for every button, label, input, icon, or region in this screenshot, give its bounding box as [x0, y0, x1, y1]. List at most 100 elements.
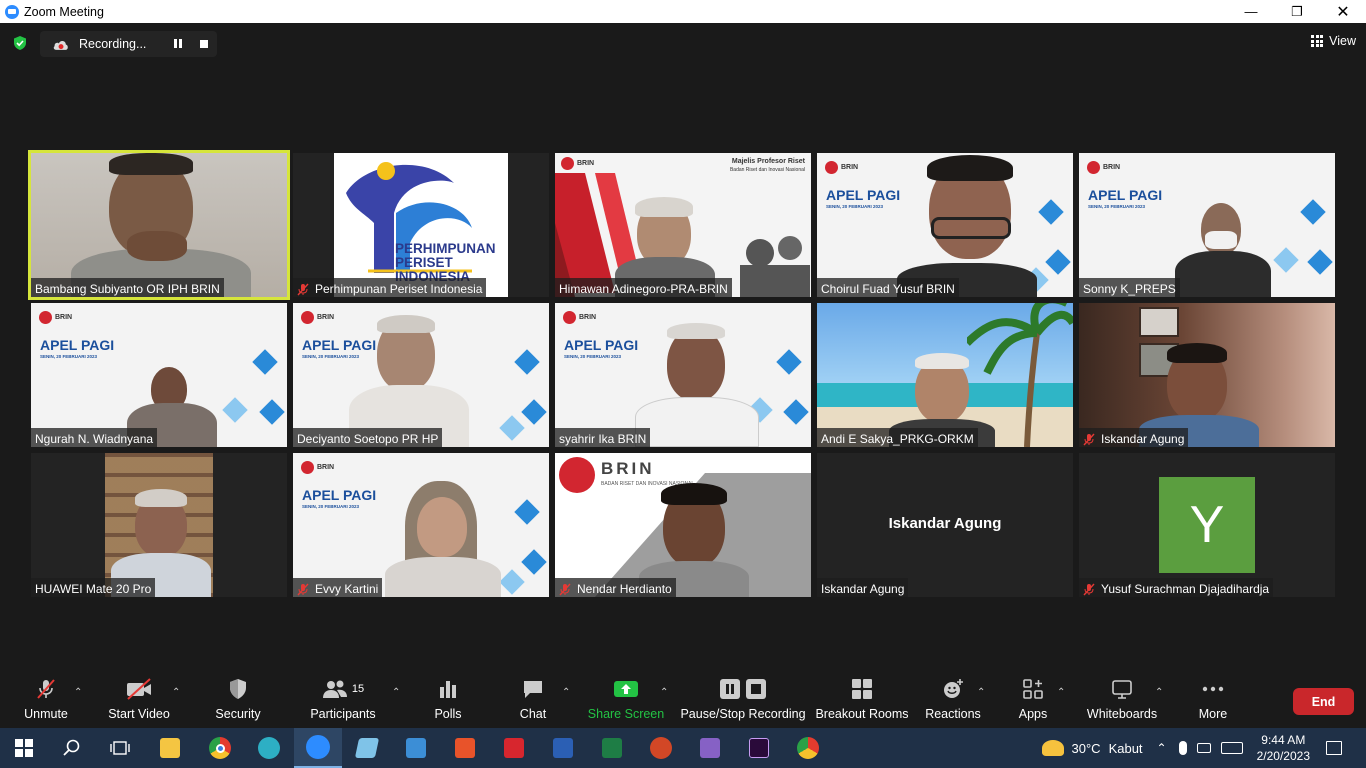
breakout-rooms-icon: [852, 679, 872, 699]
participants-count: 15: [351, 683, 365, 695]
notepad-icon[interactable]: [343, 728, 391, 768]
file-explorer-icon[interactable]: [146, 728, 194, 768]
chrome-icon[interactable]: [196, 728, 244, 768]
window-titlebar: Zoom Meeting — ❐ ✕: [0, 0, 1366, 23]
clipchamp-icon[interactable]: [245, 728, 293, 768]
keyboard-tray-icon[interactable]: [1220, 742, 1243, 754]
unmute-button[interactable]: Unmute: [20, 675, 72, 728]
share-screen-button[interactable]: Share Screen: [588, 675, 664, 728]
notification-icon[interactable]: [1326, 741, 1342, 755]
network-tray-icon[interactable]: [1196, 743, 1211, 753]
video-tile[interactable]: Iskandar Agung Iskandar Agung: [817, 453, 1073, 597]
visual-studio-icon[interactable]: [686, 728, 734, 768]
security-button[interactable]: Security: [214, 675, 262, 728]
video-tile[interactable]: BRIN APEL PAGI SENIN, 20 FEBRUARI 2023 C…: [817, 153, 1073, 297]
whiteboards-button[interactable]: Whiteboards: [1086, 675, 1158, 728]
pdf-app-icon[interactable]: [441, 728, 489, 768]
apel-date: SENIN, 20 FEBRUARI 2023: [564, 354, 622, 359]
chat-button[interactable]: Chat: [513, 675, 553, 728]
task-view-button[interactable]: [96, 728, 144, 768]
chrome-profile-icon[interactable]: [784, 728, 832, 768]
reactions-options-caret[interactable]: ⌃: [977, 687, 985, 698]
muted-mic-icon: [297, 583, 309, 595]
org-line-1: PERHIMPUNAN: [395, 241, 496, 256]
windows-logo-icon: [15, 739, 33, 757]
zoom-taskbar-icon[interactable]: [294, 728, 342, 768]
apel-title: APEL PAGI: [1088, 187, 1163, 203]
share-screen-icon: [614, 681, 638, 697]
start-button[interactable]: [0, 728, 48, 768]
apel-title: APEL PAGI: [302, 337, 377, 353]
video-tile[interactable]: Y Yusuf Surachman Djajadihardja: [1079, 453, 1335, 597]
apps-options-caret[interactable]: ⌃: [1057, 687, 1065, 698]
mendeley-icon[interactable]: [490, 728, 538, 768]
close-button[interactable]: ✕: [1320, 0, 1366, 23]
majelis-title: Majelis Profesor Riset: [731, 158, 805, 165]
polls-button[interactable]: Polls: [426, 675, 470, 728]
video-tile[interactable]: Bambang Subiyanto OR IPH BRIN: [28, 150, 290, 300]
excel-icon[interactable]: [588, 728, 636, 768]
apel-date: SENIN, 20 FEBRUARI 2023: [302, 354, 360, 359]
video-tile[interactable]: BRIN Majelis Profesor Riset Badan Riset …: [555, 153, 811, 297]
breakout-rooms-button[interactable]: Breakout Rooms: [815, 675, 909, 728]
video-tile[interactable]: Andi E Sakya_PRKG-ORKM: [817, 303, 1073, 447]
video-tile[interactable]: HUAWEI Mate 20 Pro: [31, 453, 287, 597]
clock-date: 2/20/2023: [1256, 749, 1310, 763]
video-tile[interactable]: Iskandar Agung: [1079, 303, 1335, 447]
weather-widget[interactable]: 30°C Kabut: [1041, 740, 1143, 756]
video-tile[interactable]: BRIN APEL PAGI SENIN, 20 FEBRUARI 2023 E…: [293, 453, 549, 597]
pause-recording-button[interactable]: [174, 39, 184, 49]
video-tile[interactable]: BRIN APEL PAGI SENIN, 20 FEBRUARI 2023 D…: [293, 303, 549, 447]
video-tile[interactable]: BRIN BADAN RISET DAN INOVASI NASIONAL Ne…: [555, 453, 811, 597]
premiere-icon[interactable]: [735, 728, 783, 768]
reactions-icon: [944, 679, 963, 698]
whiteboard-icon: [1112, 680, 1132, 699]
share-options-caret[interactable]: ⌃: [660, 687, 668, 698]
shield-icon: [230, 679, 246, 699]
chat-options-caret[interactable]: ⌃: [562, 687, 570, 698]
powerpoint-icon[interactable]: [637, 728, 685, 768]
brin-logo: BRIN: [561, 157, 594, 170]
reactions-button[interactable]: Reactions: [925, 675, 981, 728]
muted-mic-icon: [297, 283, 309, 295]
video-tile[interactable]: PERHIMPUNAN PERISET INDONESIA Perhimpuna…: [293, 153, 549, 297]
cloud-record-icon: [53, 40, 68, 50]
system-clock[interactable]: 9:44 AM 2/20/2023: [1257, 732, 1310, 764]
video-options-caret[interactable]: ⌃: [172, 687, 180, 698]
word-icon[interactable]: [539, 728, 587, 768]
participants-button[interactable]: 15 Participants: [310, 675, 376, 728]
recording-indicator: Recording...: [40, 31, 217, 57]
majelis-sub: Badan Riset dan Inovasi Nasional: [729, 167, 805, 173]
video-tile[interactable]: BRIN APEL PAGI SENIN, 20 FEBRUARI 2023 N…: [31, 303, 287, 447]
participant-name: Sonny K_PREPS: [1079, 278, 1180, 297]
encryption-shield-icon[interactable]: [12, 35, 28, 51]
stop-recording-button[interactable]: [200, 40, 208, 48]
video-tile[interactable]: BRIN APEL PAGI SENIN, 20 FEBRUARI 2023 s…: [555, 303, 811, 447]
participant-name: Choirul Fuad Yusuf BRIN: [817, 278, 959, 297]
start-video-button[interactable]: Start Video: [106, 675, 172, 728]
pause-stop-recording-button[interactable]: Pause/Stop Recording: [680, 675, 806, 728]
participant-name: Yusuf Surachman Djajadihardja: [1079, 578, 1274, 597]
apel-date: SENIN, 20 FEBRUARI 2023: [826, 204, 884, 209]
maximize-button[interactable]: ❐: [1274, 0, 1320, 23]
view-button[interactable]: View: [1311, 34, 1356, 48]
more-button[interactable]: More: [1193, 675, 1233, 728]
audio-options-caret[interactable]: ⌃: [74, 687, 82, 698]
brin-logo: BRIN: [563, 311, 596, 324]
muted-mic-icon: [1083, 583, 1095, 595]
grid-icon: [1311, 35, 1324, 47]
video-tile[interactable]: BRIN APEL PAGI SENIN, 20 FEBRUARI 2023 S…: [1079, 153, 1335, 297]
muted-mic-icon: [1083, 433, 1095, 445]
control-panel-icon[interactable]: [392, 728, 440, 768]
microphone-tray-icon[interactable]: [1178, 741, 1187, 755]
search-taskbar-button[interactable]: [48, 728, 96, 768]
tray-overflow-icon[interactable]: ⌃: [1157, 741, 1167, 755]
apps-button[interactable]: Apps: [1014, 675, 1052, 728]
brin-logo: BRIN: [825, 161, 858, 174]
whiteboards-options-caret[interactable]: ⌃: [1155, 687, 1163, 698]
end-meeting-button[interactable]: End: [1293, 688, 1354, 715]
participants-options-caret[interactable]: ⌃: [392, 687, 400, 698]
minimize-button[interactable]: —: [1228, 0, 1274, 23]
windows-taskbar: 30°C Kabut ⌃ 9:44 AM 2/20/2023: [0, 728, 1366, 768]
participant-avatar: Y: [1159, 477, 1255, 573]
